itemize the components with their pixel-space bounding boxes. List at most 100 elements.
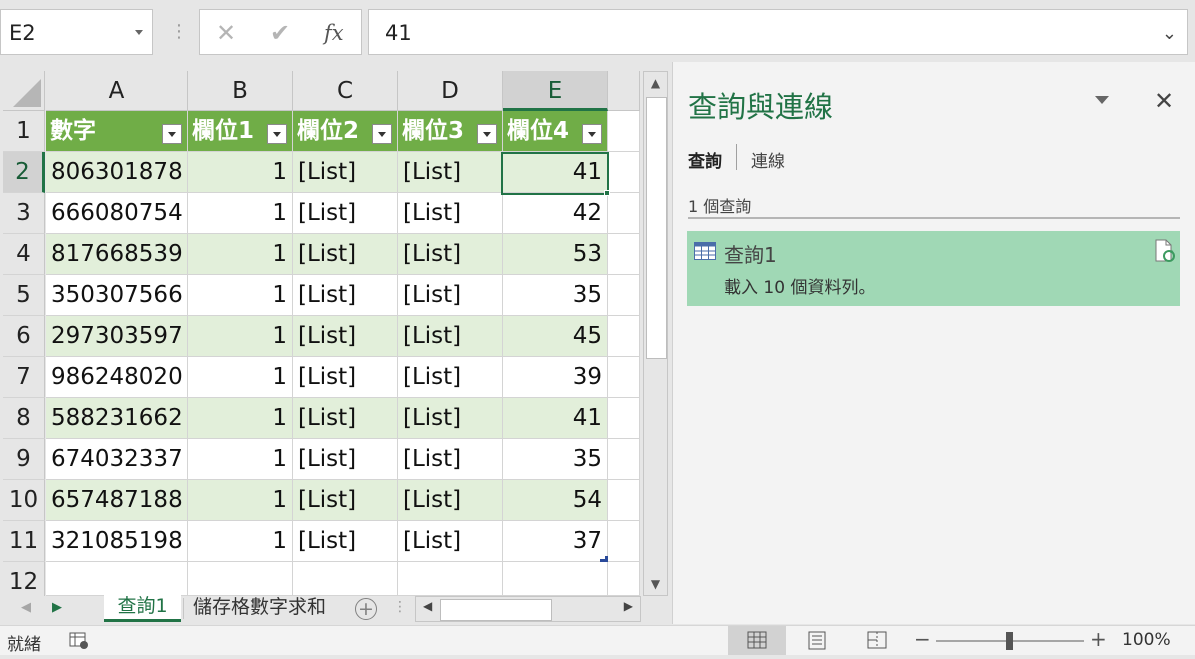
zoom-slider-knob[interactable] — [1006, 632, 1013, 650]
table-cell[interactable]: 1 — [188, 152, 293, 193]
close-icon[interactable]: ✕ — [1154, 87, 1174, 115]
table-cell[interactable]: [List] — [398, 521, 503, 562]
table-cell[interactable]: 35 — [503, 275, 608, 316]
scroll-left-icon[interactable]: ◀ — [423, 599, 432, 613]
formula-bar-grip-icon[interactable]: ⋮ — [170, 20, 188, 44]
table-cell[interactable]: 41 — [503, 398, 608, 439]
enter-icon[interactable]: ✔ — [270, 19, 290, 47]
insert-function-icon[interactable]: fx — [324, 21, 344, 45]
table-cell[interactable]: 42 — [503, 193, 608, 234]
table-cell[interactable]: 1 — [188, 480, 293, 521]
empty-cell[interactable] — [608, 439, 640, 480]
sheet-tab-query1[interactable]: 查詢1 — [104, 595, 181, 622]
table-cell[interactable]: 321085198 — [46, 521, 188, 562]
vertical-scroll-thumb[interactable] — [646, 97, 667, 359]
row-header-3[interactable]: 3 — [3, 193, 45, 234]
filter-dropdown-icon[interactable] — [267, 124, 287, 144]
table-resize-handle[interactable] — [600, 556, 608, 562]
table-cell[interactable]: [List] — [293, 275, 398, 316]
row-header-2[interactable]: 2 — [3, 152, 45, 193]
table-cell[interactable]: 1 — [188, 234, 293, 275]
empty-cell[interactable] — [608, 152, 640, 193]
table-cell[interactable]: 1 — [188, 193, 293, 234]
table-cell[interactable]: [List] — [398, 152, 503, 193]
column-header-c[interactable]: C — [293, 71, 398, 111]
scroll-right-icon[interactable]: ▶ — [624, 599, 633, 613]
zoom-in-button[interactable]: + — [1090, 627, 1107, 651]
table-cell[interactable]: [List] — [293, 521, 398, 562]
empty-cell[interactable] — [608, 562, 640, 596]
zoom-level[interactable]: 100% — [1122, 630, 1171, 650]
table-cell[interactable]: 806301878 — [46, 152, 188, 193]
empty-cell[interactable] — [188, 562, 293, 596]
table-cell[interactable]: 1 — [188, 275, 293, 316]
table-cell[interactable]: 666080754 — [46, 193, 188, 234]
row-header-10[interactable]: 10 — [3, 480, 45, 521]
normal-view-button[interactable] — [728, 626, 786, 655]
name-box-dropdown-icon[interactable] — [135, 30, 143, 35]
page-layout-view-button[interactable] — [788, 626, 846, 655]
table-cell[interactable]: [List] — [398, 439, 503, 480]
row-header-6[interactable]: 6 — [3, 316, 45, 357]
table-cell[interactable]: 45 — [503, 316, 608, 357]
horizontal-scroll-thumb[interactable] — [440, 599, 552, 621]
empty-cell[interactable] — [398, 562, 503, 596]
column-header-e[interactable]: E — [503, 71, 608, 111]
pane-options-chevron-icon[interactable] — [1095, 96, 1109, 104]
scroll-up-icon[interactable]: ▲ — [644, 72, 667, 94]
cancel-icon[interactable]: ✕ — [216, 19, 236, 47]
fill-handle[interactable] — [604, 190, 610, 196]
tab-connections[interactable]: 連線 — [751, 147, 785, 172]
refresh-icon[interactable] — [1154, 239, 1176, 263]
table-cell[interactable]: [List] — [293, 439, 398, 480]
table-cell[interactable]: [List] — [293, 152, 398, 193]
empty-cell[interactable] — [608, 275, 640, 316]
row-header-8[interactable]: 8 — [3, 398, 45, 439]
column-header-f[interactable] — [608, 71, 640, 111]
table-cell[interactable]: [List] — [398, 275, 503, 316]
table-cell[interactable]: [List] — [398, 234, 503, 275]
tab-queries[interactable]: 查詢 — [688, 147, 722, 172]
horizontal-scrollbar[interactable]: ◀ ▶ — [415, 596, 641, 622]
table-cell[interactable]: 350307566 — [46, 275, 188, 316]
column-header-b[interactable]: B — [188, 71, 293, 111]
table-cell[interactable]: 37 — [503, 521, 608, 562]
table-cell[interactable]: 657487188 — [46, 480, 188, 521]
row-header-1[interactable]: 1 — [3, 111, 45, 152]
table-cell[interactable]: 1 — [188, 521, 293, 562]
table-cell[interactable]: 1 — [188, 398, 293, 439]
row-header-7[interactable]: 7 — [3, 357, 45, 398]
next-sheet-icon[interactable]: ▶ — [52, 600, 62, 615]
table-cell[interactable]: [List] — [293, 480, 398, 521]
name-box[interactable]: E2 — [0, 9, 153, 55]
table-header-cell[interactable]: 欄位4 — [503, 111, 608, 152]
row-header-11[interactable]: 11 — [3, 521, 45, 562]
empty-cell[interactable] — [608, 521, 640, 562]
filter-dropdown-icon[interactable] — [162, 124, 182, 144]
table-cell[interactable]: [List] — [293, 357, 398, 398]
table-cell[interactable]: [List] — [293, 193, 398, 234]
zoom-out-button[interactable]: − — [914, 627, 931, 651]
empty-cell[interactable] — [503, 562, 608, 596]
table-cell[interactable]: [List] — [398, 480, 503, 521]
formula-input[interactable]: 41 ⌄ — [368, 9, 1188, 55]
table-header-cell[interactable]: 欄位2 — [293, 111, 398, 152]
table-cell[interactable]: [List] — [398, 193, 503, 234]
table-cell[interactable]: [List] — [398, 357, 503, 398]
table-cell[interactable]: 297303597 — [46, 316, 188, 357]
table-cell[interactable]: [List] — [293, 234, 398, 275]
filter-dropdown-icon[interactable] — [582, 124, 602, 144]
table-header-cell[interactable]: 數字 — [46, 111, 188, 152]
row-header-9[interactable]: 9 — [3, 439, 45, 480]
expand-formula-chevron-icon[interactable]: ⌄ — [1162, 23, 1177, 44]
table-cell[interactable]: [List] — [293, 316, 398, 357]
table-cell[interactable]: 39 — [503, 357, 608, 398]
row-header-4[interactable]: 4 — [3, 234, 45, 275]
table-cell[interactable]: [List] — [398, 398, 503, 439]
select-all-corner[interactable] — [3, 71, 45, 111]
table-header-cell[interactable]: 欄位1 — [188, 111, 293, 152]
row-header-5[interactable]: 5 — [3, 275, 45, 316]
column-header-d[interactable]: D — [398, 71, 503, 111]
empty-cell[interactable] — [293, 562, 398, 596]
empty-cell[interactable] — [608, 480, 640, 521]
